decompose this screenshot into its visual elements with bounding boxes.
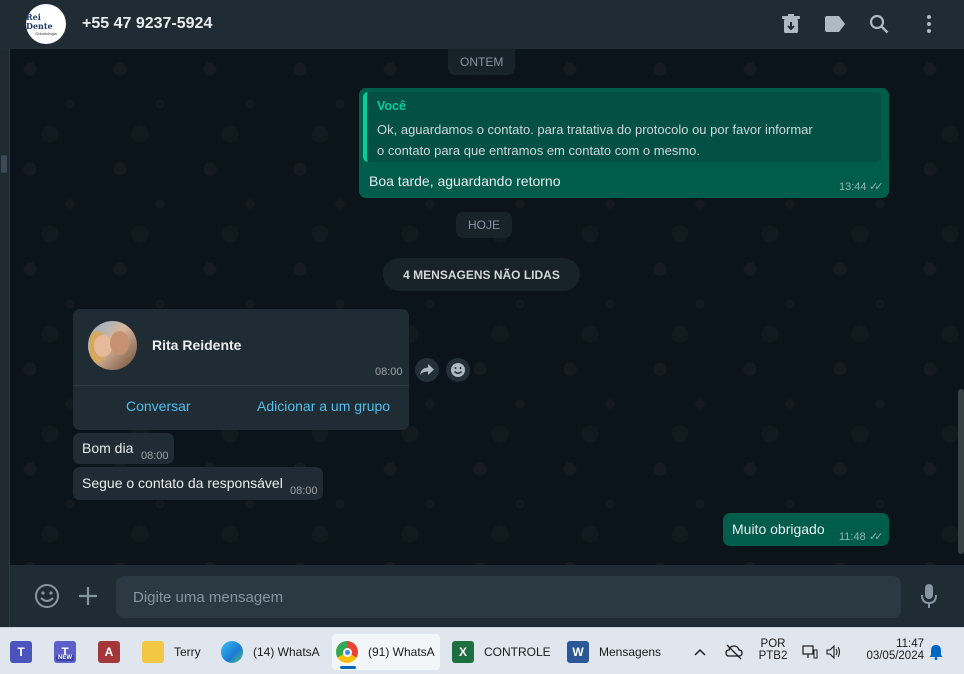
add-to-group-button[interactable]: Adicionar a um grupo: [257, 398, 390, 414]
new-badge: NEW: [56, 655, 74, 661]
message-composer: [10, 565, 964, 627]
chrome-icon: [336, 641, 358, 663]
contact-name[interactable]: +55 47 9237-5924: [82, 15, 212, 33]
network-offline-icon[interactable]: [725, 634, 745, 670]
language-indicator[interactable]: POR PTB2: [754, 638, 792, 662]
shared-contact-name[interactable]: Rita Reidente: [152, 337, 241, 353]
read-ticks-icon: ✓✓: [869, 181, 884, 193]
taskbar-access[interactable]: A: [98, 634, 124, 670]
message-text: Boa tarde, aguardando retorno: [369, 173, 561, 189]
excel-icon: X: [452, 641, 474, 663]
forward-icon[interactable]: [415, 358, 439, 382]
photo-detail: [110, 331, 129, 355]
message-time: 08:00: [141, 450, 169, 462]
clock[interactable]: 11:47 03/05/2024: [856, 638, 924, 662]
quoted-message[interactable]: Você Ok, aguardamos o contato. para trat…: [363, 92, 881, 162]
taskbar-chrome[interactable]: (91) WhatsA: [332, 634, 440, 670]
taskbar-app-label: Mensagens: [599, 645, 662, 659]
search-icon[interactable]: [867, 12, 891, 36]
message-text: Muito obrigado: [732, 521, 825, 537]
contact-avatar[interactable]: Rei Dente Odontologia: [26, 4, 66, 44]
message-input[interactable]: [116, 576, 901, 618]
message-text: Segue o contato da responsável: [82, 475, 283, 491]
incoming-message[interactable]: Segue o contato da responsável 08:00: [73, 467, 323, 500]
avatar-logo-sub: Odontologia: [35, 30, 57, 36]
emoji-reaction-icon[interactable]: [446, 358, 470, 382]
taskbar-edge[interactable]: (14) WhatsA: [221, 634, 321, 670]
taskbar-app-label: (91) WhatsA: [368, 645, 435, 659]
taskbar-teams[interactable]: T: [10, 634, 36, 670]
left-panel-edge: [0, 0, 10, 627]
clock-date: 03/05/2024: [866, 650, 924, 662]
active-indicator: [340, 666, 356, 669]
read-ticks-icon: ✓✓: [869, 531, 884, 543]
chat-scrollbar[interactable]: [958, 389, 964, 554]
attach-plus-icon[interactable]: [75, 583, 101, 609]
archive-icon[interactable]: [779, 12, 803, 36]
access-icon: A: [98, 641, 120, 663]
microphone-icon[interactable]: [916, 583, 942, 609]
taskbar-app-label: (14) WhatsA: [253, 645, 320, 659]
incoming-message[interactable]: Bom dia 08:00: [73, 433, 174, 464]
emoji-icon[interactable]: [34, 583, 60, 609]
photo-detail: [94, 335, 112, 357]
date-divider-today: HOJE: [456, 212, 513, 238]
menu-icon[interactable]: [917, 12, 941, 36]
chat-header: Rei Dente Odontologia +55 47 9237-5924: [0, 0, 964, 49]
outgoing-message[interactable]: Muito obrigado 11:48 ✓✓: [723, 513, 889, 546]
teams-new-icon: T NEW: [54, 641, 76, 663]
message-time: 13:44: [839, 181, 867, 193]
date-divider-yesterday: ONTEM: [448, 49, 516, 75]
edge-icon: [221, 641, 243, 663]
volume-icon[interactable]: [826, 634, 846, 670]
taskbar-app-label: Terry: [174, 645, 201, 659]
teams-icon: T: [10, 641, 32, 663]
chat-messages-area[interactable]: ONTEM Você Ok, aguardamos o contato. par…: [10, 49, 964, 565]
lang-top: POR: [760, 638, 786, 650]
label-icon[interactable]: [823, 12, 847, 36]
contact-card-message[interactable]: Rita Reidente 08:00 Conversar Adicionar …: [73, 309, 409, 430]
unread-messages-banner: 4 MENSAGENS NÃO LIDAS: [383, 258, 580, 291]
taskbar-file-explorer[interactable]: Terry: [142, 634, 210, 670]
message-time: 11:48: [839, 531, 866, 543]
notification-bell-icon[interactable]: [929, 634, 947, 670]
taskbar-word[interactable]: W Mensagens: [567, 634, 667, 670]
chrome-center: [342, 647, 352, 657]
conversar-button[interactable]: Conversar: [126, 398, 191, 414]
windows-taskbar: T T NEW A Terry (14) WhatsA (91) WhatsA …: [0, 627, 964, 674]
taskbar-excel[interactable]: X CONTROLE: [452, 634, 551, 670]
network-icon[interactable]: [802, 634, 822, 670]
folder-icon: [142, 641, 164, 663]
message-text: Bom dia: [82, 440, 134, 456]
taskbar-teams-new[interactable]: T NEW: [54, 634, 80, 670]
clock-time: 11:47: [896, 638, 924, 650]
outgoing-message-quoted[interactable]: Você Ok, aguardamos o contato. para trat…: [359, 88, 889, 198]
quoted-author: Você: [377, 99, 406, 113]
card-divider: [73, 385, 409, 386]
message-time: 08:00: [290, 485, 318, 497]
tray-overflow-chevron-icon[interactable]: [694, 634, 710, 670]
quoted-text: Ok, aguardamos o contato. para tratativa…: [377, 122, 813, 158]
taskbar-app-label: CONTROLE: [484, 645, 551, 659]
avatar-logo-text: Rei Dente: [26, 11, 53, 31]
message-time: 08:00: [375, 366, 403, 378]
panel-resize-handle[interactable]: [1, 155, 7, 173]
lang-bottom: PTB2: [758, 650, 788, 662]
word-icon: W: [567, 641, 589, 663]
shared-contact-photo[interactable]: [88, 321, 137, 370]
